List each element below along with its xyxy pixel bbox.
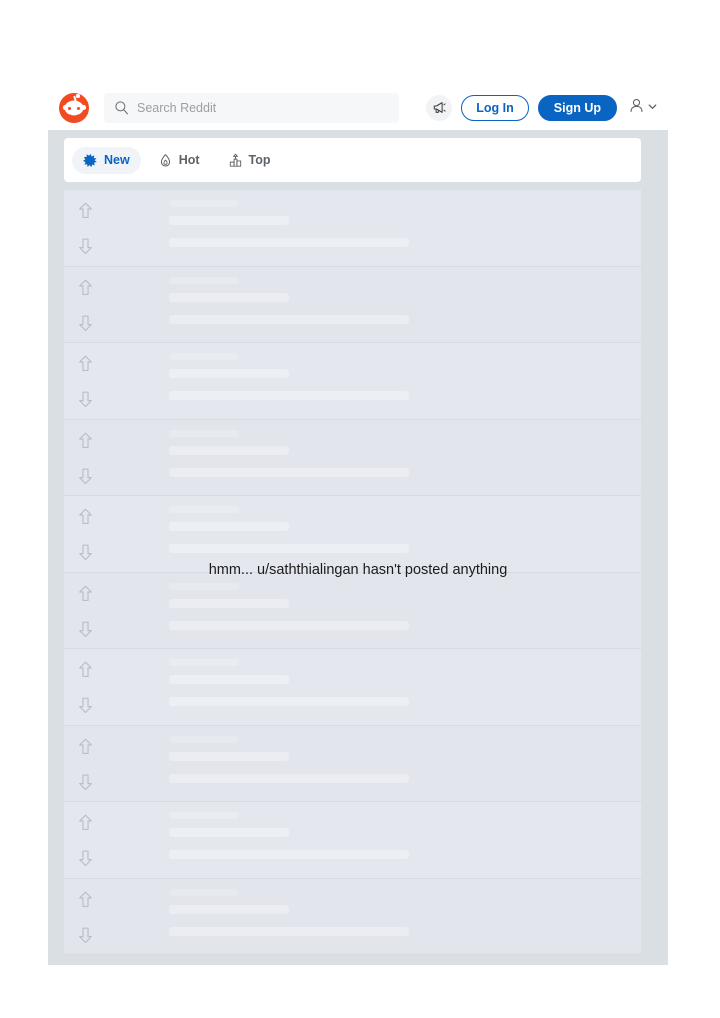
snoo-eye-right	[76, 106, 80, 110]
upvote-arrow-icon[interactable]	[78, 661, 93, 678]
user-avatar-icon	[628, 97, 645, 119]
skeleton-post-row	[64, 878, 641, 955]
skeleton-placeholder-bar	[169, 276, 239, 284]
skeleton-placeholder-bar	[169, 506, 239, 513]
skeleton-placeholder-bar	[169, 369, 289, 378]
tab-hot[interactable]: Hot	[147, 147, 211, 174]
flame-icon	[158, 153, 173, 168]
skeleton-post-row	[64, 649, 641, 726]
search-bar[interactable]	[104, 92, 399, 123]
skeleton-placeholder-bar	[169, 353, 239, 360]
skeleton-post-row	[64, 496, 641, 573]
tab-hot-label: Hot	[178, 153, 200, 167]
skeleton-placeholder-bar	[169, 292, 289, 302]
skeleton-post-list	[64, 190, 641, 965]
skeleton-post-row	[64, 190, 641, 267]
tab-new[interactable]: New	[72, 146, 141, 174]
skeleton-post-row	[64, 266, 641, 343]
skeleton-placeholder-bar	[169, 544, 409, 553]
skeleton-placeholder-bar	[169, 904, 289, 914]
sort-tabbar: New Hot Top	[64, 138, 641, 182]
skeleton-placeholder-bar	[169, 200, 239, 207]
skeleton-placeholder-bar	[169, 445, 289, 455]
header-actions: Log In Sign Up	[426, 94, 658, 121]
page-root: Log In Sign Up	[0, 0, 720, 1018]
skeleton-placeholder-bar	[169, 620, 409, 630]
upvote-arrow-icon[interactable]	[78, 814, 93, 831]
skeleton-placeholder-bar	[169, 522, 289, 531]
content-area: New Hot Top hmm... u/saththialingan hasn…	[48, 130, 668, 965]
skeleton-placeholder-bar	[169, 675, 289, 684]
reddit-page-viewport: Log In Sign Up	[48, 85, 668, 965]
sparkle-icon	[83, 153, 98, 168]
upvote-arrow-icon[interactable]	[78, 738, 93, 755]
chevron-down-icon	[647, 99, 658, 117]
skeleton-post-row	[64, 419, 641, 496]
skeleton-post-row	[64, 725, 641, 802]
skeleton-placeholder-bar	[169, 582, 239, 590]
snoo-smile	[70, 112, 78, 117]
search-input[interactable]	[137, 100, 389, 115]
skeleton-placeholder-bar	[169, 391, 409, 400]
upvote-arrow-icon[interactable]	[78, 432, 93, 449]
skeleton-placeholder-bar	[169, 735, 239, 743]
reddit-snoo-logo[interactable]	[59, 92, 89, 123]
skeleton-placeholder-bar	[169, 314, 409, 324]
skeleton-post-row	[64, 343, 641, 420]
skeleton-post-row	[64, 802, 641, 879]
signup-button[interactable]: Sign Up	[537, 94, 617, 121]
tab-top-label: Top	[248, 153, 271, 167]
upvote-arrow-icon[interactable]	[78, 355, 93, 372]
skeleton-placeholder-bar	[169, 467, 409, 477]
downvote-arrow-icon[interactable]	[78, 544, 93, 561]
skeleton-placeholder-bar	[169, 812, 239, 819]
downvote-arrow-icon[interactable]	[78, 697, 93, 714]
search-icon	[114, 100, 129, 115]
megaphone-icon[interactable]	[426, 94, 453, 121]
upvote-arrow-icon[interactable]	[78, 279, 93, 296]
downvote-arrow-icon[interactable]	[78, 850, 93, 867]
downvote-arrow-icon[interactable]	[78, 391, 93, 408]
skeleton-placeholder-bar	[169, 216, 289, 225]
downvote-arrow-icon[interactable]	[78, 774, 93, 791]
tab-top[interactable]: Top	[217, 147, 282, 174]
podium-chart-icon	[228, 153, 243, 168]
login-button[interactable]: Log In	[461, 94, 529, 121]
skeleton-placeholder-bar	[169, 926, 409, 936]
downvote-arrow-icon[interactable]	[78, 468, 93, 485]
user-menu[interactable]	[628, 97, 658, 119]
downvote-arrow-icon[interactable]	[78, 315, 93, 332]
downvote-arrow-icon[interactable]	[78, 927, 93, 944]
skeleton-placeholder-bar	[169, 888, 239, 896]
skeleton-placeholder-bar	[169, 598, 289, 608]
downvote-arrow-icon[interactable]	[78, 238, 93, 255]
skeleton-placeholder-bar	[169, 429, 239, 437]
tab-new-label: New	[104, 153, 130, 167]
upvote-arrow-icon[interactable]	[78, 508, 93, 525]
upvote-arrow-icon[interactable]	[78, 202, 93, 219]
skeleton-placeholder-bar	[169, 659, 239, 666]
downvote-arrow-icon[interactable]	[78, 621, 93, 638]
snoo-antenna-dot	[76, 94, 80, 98]
site-header: Log In Sign Up	[48, 85, 668, 130]
skeleton-placeholder-bar	[169, 828, 289, 837]
skeleton-placeholder-bar	[169, 238, 409, 247]
skeleton-post-row	[64, 572, 641, 649]
skeleton-placeholder-bar	[169, 751, 289, 761]
upvote-arrow-icon[interactable]	[78, 891, 93, 908]
upvote-arrow-icon[interactable]	[78, 585, 93, 602]
skeleton-placeholder-bar	[169, 773, 409, 783]
skeleton-placeholder-bar	[169, 850, 409, 859]
skeleton-placeholder-bar	[169, 697, 409, 706]
